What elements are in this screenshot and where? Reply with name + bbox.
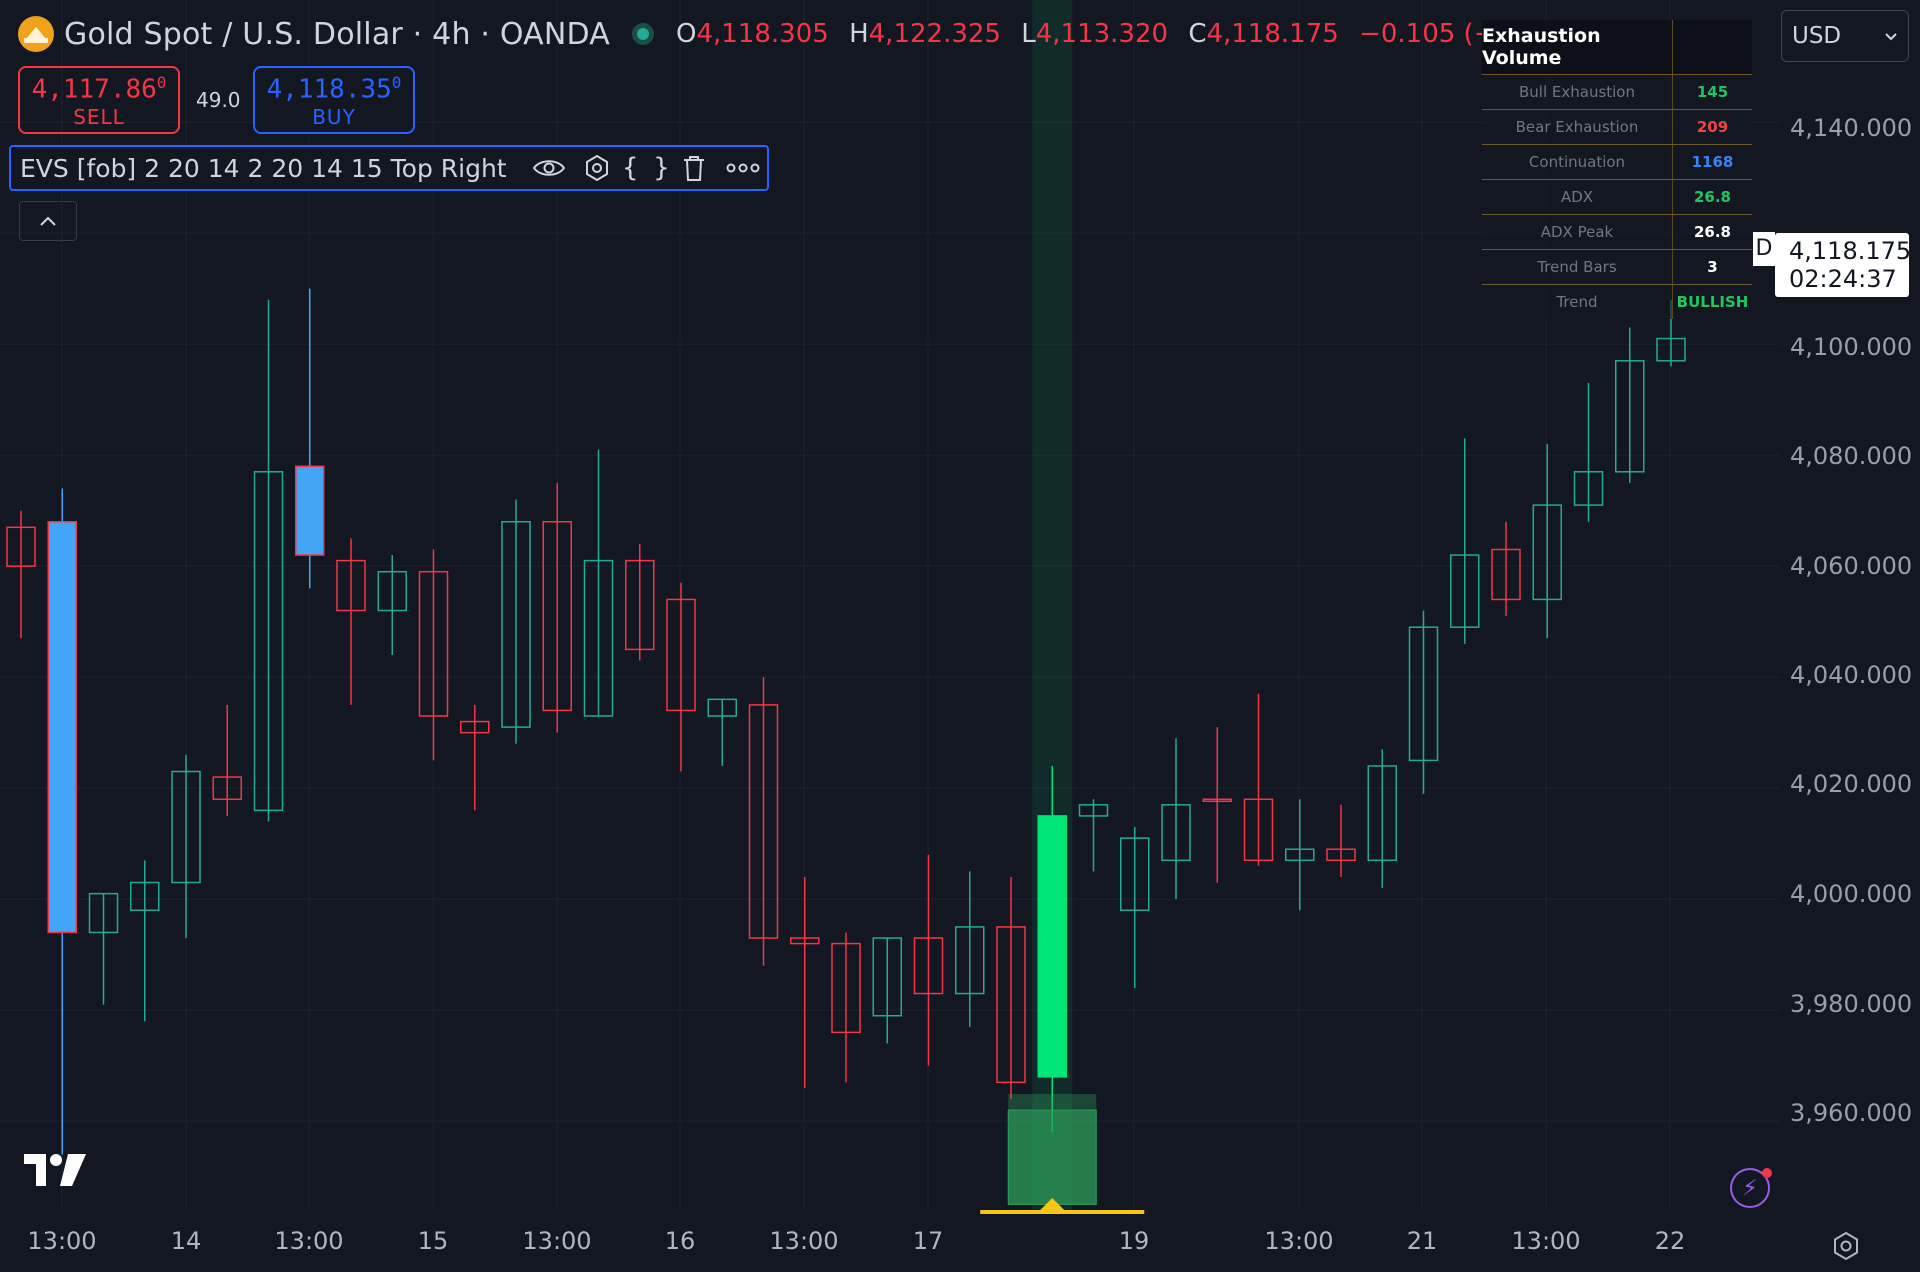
indicator-legend[interactable]: EVS [fob] 2 20 14 2 20 14 15 Top Right {…	[9, 145, 769, 191]
symbol-marker: D	[1753, 232, 1775, 266]
time-axis-label: 16	[664, 1227, 696, 1255]
table-title: Exhaustion Volume	[1482, 20, 1673, 74]
exhaustion-volume-table: Exhaustion Volume Bull Exhaustion 145 Bea…	[1482, 20, 1752, 319]
chevron-up-icon[interactable]	[19, 201, 77, 241]
chevron-down-icon	[1885, 33, 1897, 41]
time-axis-label: 22	[1654, 1227, 1686, 1255]
time-axis-label: 13:00	[1264, 1227, 1334, 1255]
indicator-name[interactable]: EVS [fob] 2 20 14 2 20 14 15 Top Right	[20, 154, 507, 183]
price-axis-label: 3,960.000	[1790, 1099, 1913, 1127]
ohlc-values: O4,118.305 H4,122.325 L4,113.320 C4,118.…	[676, 19, 1589, 49]
table-row: Bear Exhaustion 209	[1482, 109, 1752, 144]
notification-dot	[1762, 1168, 1772, 1178]
table-row: ADX 26.8	[1482, 179, 1752, 214]
source-code-icon[interactable]: { }	[622, 148, 670, 188]
sell-button[interactable]: 4,117.860 SELL	[18, 66, 180, 134]
buy-button[interactable]: 4,118.350 BUY	[253, 66, 415, 134]
time-axis-label: 21	[1406, 1227, 1438, 1255]
price-axis-label: 4,060.000	[1790, 552, 1913, 580]
volume-zone-box	[1007, 1109, 1097, 1205]
volume-zone	[980, 1094, 1145, 1214]
tradingview-logo-icon[interactable]	[24, 1152, 88, 1188]
time-axis-label: 13:00	[27, 1227, 97, 1255]
price-axis-label: 4,080.000	[1790, 442, 1913, 470]
table-row: Trend Bars 3	[1482, 249, 1752, 284]
gold-symbol-icon[interactable]	[18, 16, 54, 52]
settings-icon[interactable]	[573, 148, 621, 188]
time-axis-label: 19	[1118, 1227, 1150, 1255]
chart-settings-icon[interactable]	[1830, 1230, 1862, 1262]
time-axis-label: 13:00	[522, 1227, 592, 1255]
time-axis-label: 13:00	[274, 1227, 344, 1255]
price-axis-label: 4,100.000	[1790, 333, 1913, 361]
symbol-title[interactable]: Gold Spot / U.S. Dollar · 4h · OANDA	[64, 17, 610, 52]
candles	[6, 288, 1686, 1155]
market-open-icon[interactable]	[632, 23, 655, 45]
table-row: ADX Peak 26.8	[1482, 214, 1752, 249]
time-axis-label: 17	[912, 1227, 944, 1255]
table-row: Continuation 1168	[1482, 144, 1752, 179]
table-row: Trend BULLISH	[1482, 284, 1752, 319]
candle-body	[47, 520, 77, 934]
price-axis-label: 4,000.000	[1790, 880, 1913, 908]
time-axis-label: 14	[170, 1227, 202, 1255]
volume-zone-cap	[1008, 1094, 1097, 1111]
price-axis-label: 4,140.000	[1790, 114, 1913, 142]
price-axis-label: 4,020.000	[1790, 770, 1913, 798]
table-row: Bull Exhaustion 145	[1482, 74, 1752, 109]
trash-icon[interactable]	[670, 148, 718, 188]
spread-value: 49.0	[196, 88, 241, 112]
time-axis-label: 13:00	[1511, 1227, 1581, 1255]
time-axis-label: 13:00	[769, 1227, 839, 1255]
time-axis-label: 15	[417, 1227, 449, 1255]
more-icon[interactable]	[719, 148, 767, 188]
eye-icon[interactable]	[525, 148, 573, 188]
price-axis-label: 4,040.000	[1790, 661, 1913, 689]
candle-body	[1037, 815, 1067, 1078]
current-price-label: 4,118.175 02:24:37	[1775, 233, 1911, 297]
bar-countdown: 02:24:37	[1789, 265, 1897, 293]
price-axis-label: 3,980.000	[1790, 990, 1913, 1018]
candle-body	[295, 465, 325, 556]
symbol-header: Gold Spot / U.S. Dollar · 4h · OANDA O4,…	[18, 14, 1588, 54]
currency-select[interactable]: USD	[1781, 10, 1909, 62]
